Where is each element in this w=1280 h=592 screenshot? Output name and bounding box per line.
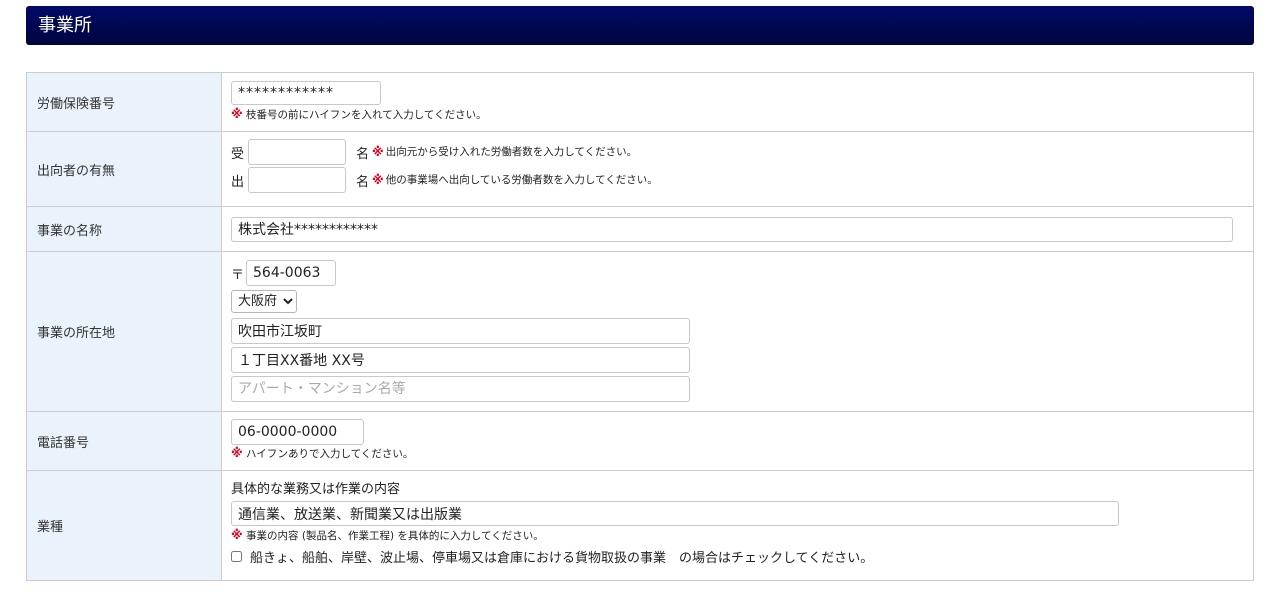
required-mark: ※	[231, 446, 243, 460]
phone-note: ハイフンありで入力してください。	[246, 448, 414, 460]
building-input[interactable]	[231, 376, 690, 402]
postal-line: 〒	[231, 260, 1253, 286]
cargo-check-line: 船きょ、船舶、岸壁、波止場、停車場又は倉庫における貨物取扱の事業 の場合はチェッ…	[231, 547, 1253, 566]
required-mark: ※	[231, 107, 243, 121]
receive-count-input[interactable]	[248, 139, 347, 165]
prefecture-line: 大阪府	[231, 290, 1253, 313]
cell-insurance-number: ※ 枝番号の前にハイフンを入れて入力してください。	[221, 72, 1254, 132]
postal-code-input[interactable]	[246, 260, 337, 286]
row-insurance-number: 労働保険番号 ※ 枝番号の前にハイフンを入れて入力してください。	[26, 72, 1254, 132]
street-input[interactable]	[231, 347, 690, 373]
receive-label: 受	[231, 146, 245, 162]
row-industry: 業種 具体的な業務又は作業の内容 ※ 事業の内容 (製品名、作業工程) を具体的…	[26, 470, 1254, 581]
industry-sub-label: 具体的な業務又は作業の内容	[231, 482, 401, 497]
label-industry: 業種	[26, 470, 222, 581]
prefecture-select[interactable]: 大阪府	[231, 290, 297, 313]
insurance-number-note-line: ※ 枝番号の前にハイフンを入れて入力してください。	[231, 107, 1253, 122]
business-form-table: 労働保険番号 ※ 枝番号の前にハイフンを入れて入力してください。 出向者の有無 …	[26, 72, 1254, 581]
cell-secondment: 受 名 ※ 出向元から受け入れた労働者数を入力してください。 出 名 ※ 他の事…	[221, 131, 1254, 207]
cell-phone: ※ ハイフンありで入力してください。	[221, 411, 1254, 471]
receive-unit: 名	[356, 146, 370, 162]
industry-note: 事業の内容 (製品名、作業工程) を具体的に入力してください。	[246, 530, 544, 542]
send-label: 出	[231, 174, 245, 190]
send-count-input[interactable]	[248, 167, 347, 193]
industry-note-line: ※ 事業の内容 (製品名、作業工程) を具体的に入力してください。	[231, 528, 1253, 543]
business-name-input[interactable]	[231, 216, 1233, 242]
secondment-send-line: 出 名 ※ 他の事業場へ出向している労働者数を入力してください。	[231, 166, 1253, 194]
industry-input[interactable]	[231, 501, 1119, 526]
cargo-handling-label[interactable]: 船きょ、船舶、岸壁、波止場、停車場又は倉庫における貨物取扱の事業 の場合はチェッ…	[250, 547, 873, 566]
send-note: 他の事業場へ出向している労働者数を入力してください。	[385, 174, 658, 186]
label-insurance-number: 労働保険番号	[26, 72, 222, 132]
label-secondment: 出向者の有無	[26, 131, 222, 207]
row-business-name: 事業の名称	[26, 206, 1254, 252]
cell-address: 〒 大阪府	[221, 251, 1254, 412]
phone-input[interactable]	[231, 419, 364, 445]
postal-mark: 〒	[231, 267, 245, 283]
section-header: 事業所	[26, 6, 1254, 45]
receive-note: 出向元から受け入れた労働者数を入力してください。	[385, 146, 638, 158]
row-phone: 電話番号 ※ ハイフンありで入力してください。	[26, 411, 1254, 471]
phone-note-line: ※ ハイフンありで入力してください。	[231, 446, 1253, 461]
required-mark: ※	[372, 173, 384, 187]
row-address: 事業の所在地 〒 大阪府	[26, 251, 1254, 412]
cargo-handling-checkbox[interactable]	[231, 551, 242, 562]
label-business-name: 事業の名称	[26, 206, 222, 252]
row-secondment: 出向者の有無 受 名 ※ 出向元から受け入れた労働者数を入力してください。 出 …	[26, 131, 1254, 207]
cell-business-name	[221, 206, 1254, 252]
city-input[interactable]	[231, 318, 690, 344]
insurance-number-input[interactable]	[231, 81, 381, 105]
cell-industry: 具体的な業務又は作業の内容 ※ 事業の内容 (製品名、作業工程) を具体的に入力…	[221, 470, 1254, 581]
secondment-receive-line: 受 名 ※ 出向元から受け入れた労働者数を入力してください。	[231, 138, 1253, 166]
label-address: 事業の所在地	[26, 251, 222, 412]
section-title: 事業所	[38, 15, 92, 36]
label-phone: 電話番号	[26, 411, 222, 471]
required-mark: ※	[372, 145, 384, 159]
required-mark: ※	[231, 528, 243, 542]
insurance-number-note: 枝番号の前にハイフンを入れて入力してください。	[246, 109, 487, 121]
send-unit: 名	[356, 174, 370, 190]
